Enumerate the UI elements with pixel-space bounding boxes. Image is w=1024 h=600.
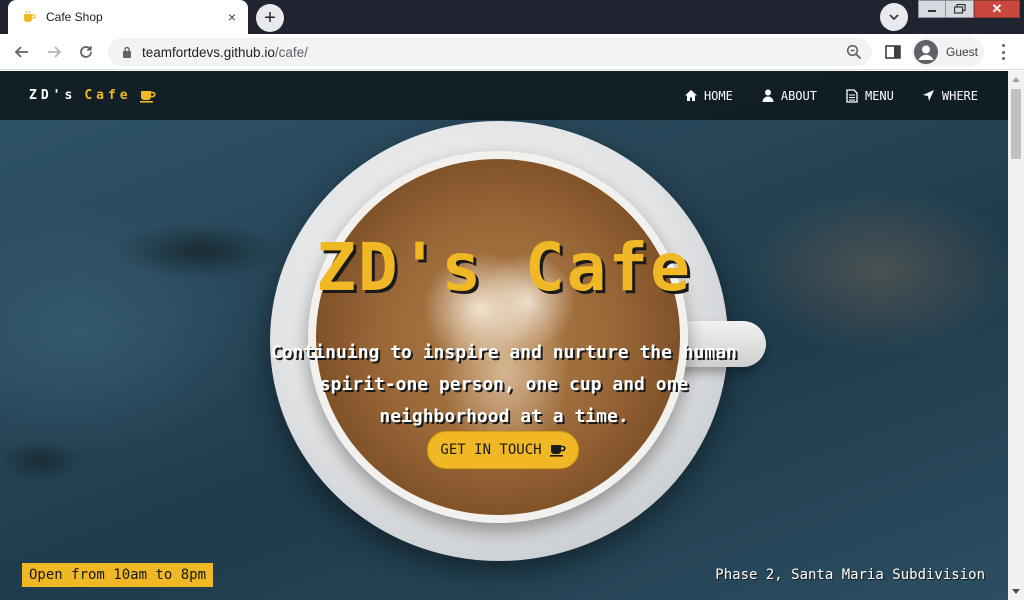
- window-maximize-button[interactable]: [946, 0, 974, 18]
- nav-item-home[interactable]: HOME: [684, 89, 733, 103]
- nav-item-about[interactable]: ABOUT: [761, 89, 817, 103]
- back-arrow-icon: [14, 46, 28, 58]
- page-scrollbar[interactable]: [1008, 71, 1024, 600]
- nav-item-home-label: HOME: [703, 88, 733, 103]
- document-icon: [845, 88, 859, 103]
- nav-item-where[interactable]: WHERE: [922, 89, 978, 103]
- nav-item-where-label: WHERE: [941, 88, 978, 103]
- url-host: teamfortdevs.github.io: [142, 44, 275, 60]
- address-bar[interactable]: teamfortdevs.github.io/cafe/: [108, 38, 872, 66]
- scroll-down-arrow-icon[interactable]: [1008, 584, 1024, 600]
- site-navbar: ZD's Cafe HOME ABOUT MENU WHERE: [0, 71, 1008, 120]
- chevron-down-icon: [889, 14, 899, 21]
- tab-title: Cafe Shop: [46, 10, 103, 24]
- hero-subtitle: Continuing to inspire and nurture the hu…: [271, 342, 737, 427]
- back-button[interactable]: [10, 40, 34, 64]
- url-text: teamfortdevs.github.io/cafe/: [142, 45, 308, 60]
- nav-item-menu-label: MENU: [864, 88, 894, 103]
- reload-button[interactable]: [74, 40, 98, 64]
- brand-name-part2: Cafe: [84, 88, 132, 103]
- get-in-touch-label: GET IN TOUCH: [440, 442, 542, 458]
- tab-close-icon[interactable]: ×: [222, 7, 242, 27]
- get-in-touch-button[interactable]: GET IN TOUCH: [427, 431, 579, 469]
- opening-hours-badge: Open from 10am to 8pm: [22, 563, 214, 587]
- window-close-button[interactable]: ✕: [974, 0, 1020, 18]
- lock-icon: [120, 45, 134, 59]
- browser-tab[interactable]: Cafe Shop ×: [8, 0, 248, 34]
- profile-button[interactable]: Guest: [912, 37, 984, 67]
- home-icon: [684, 89, 698, 103]
- browser-menu-icon[interactable]: [994, 42, 1012, 62]
- guest-avatar-icon: [914, 40, 938, 64]
- window-minimize-button[interactable]: [918, 0, 946, 18]
- nav-item-menu[interactable]: MENU: [845, 89, 894, 103]
- zoom-icon[interactable]: [846, 44, 862, 60]
- coffee-favicon-icon: [22, 10, 36, 24]
- scroll-up-arrow-icon[interactable]: [1008, 71, 1024, 87]
- reload-icon: [80, 46, 92, 58]
- side-panel-icon[interactable]: [884, 43, 902, 61]
- brand-name-part1: ZD's: [29, 88, 77, 103]
- page-viewport: ZD's Cafe HOME ABOUT MENU WHERE ZD's Caf…: [0, 71, 1008, 600]
- browser-toolbar: teamfortdevs.github.io/cafe/ Guest: [0, 34, 1024, 70]
- tab-search-button[interactable]: [880, 3, 908, 31]
- forward-button[interactable]: [42, 40, 66, 64]
- nav-item-about-label: ABOUT: [780, 88, 817, 103]
- user-icon: [761, 89, 775, 103]
- address-text: Phase 2, Santa Maria Subdivision: [715, 567, 985, 583]
- hero-title: ZD's Cafe: [316, 229, 692, 306]
- forward-arrow-icon: [48, 46, 62, 58]
- new-tab-button[interactable]: +: [256, 4, 284, 32]
- coffee-cup-icon: [549, 443, 566, 457]
- url-path: /cafe/: [274, 44, 308, 60]
- brand-logo[interactable]: ZD's Cafe: [29, 71, 156, 120]
- coffee-cup-icon: [139, 89, 156, 103]
- browser-titlebar: Cafe Shop × + ✕: [0, 0, 1024, 34]
- nav-menu: HOME ABOUT MENU WHERE: [656, 71, 978, 120]
- scrollbar-thumb[interactable]: [1011, 89, 1021, 159]
- location-arrow-icon: [922, 89, 936, 103]
- profile-label: Guest: [946, 45, 979, 59]
